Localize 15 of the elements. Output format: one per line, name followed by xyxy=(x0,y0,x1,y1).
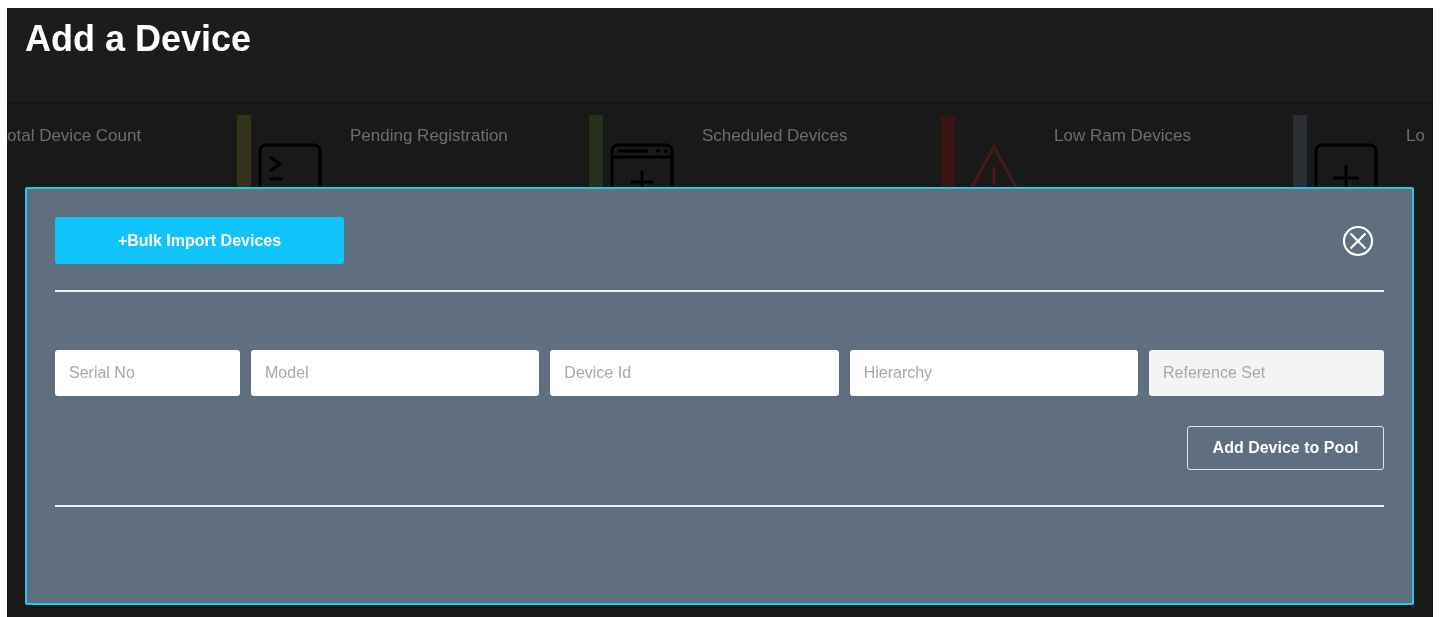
input-field[interactable]: Device Id xyxy=(550,350,839,396)
stat-label: Lo xyxy=(1406,125,1425,147)
add-device-button[interactable]: Add Device to Pool xyxy=(1187,426,1384,470)
input-field[interactable]: Model xyxy=(251,350,540,396)
stat-label: otal Device Count xyxy=(7,125,142,147)
input-field[interactable]: Hierarchy xyxy=(849,350,1138,396)
input-field[interactable]: Serial No xyxy=(55,350,240,396)
terminal-icon xyxy=(258,143,322,187)
window-plus-icon xyxy=(610,143,674,187)
stat-label: Pending Registration xyxy=(350,125,508,147)
stat-label: Scheduled Devices xyxy=(702,125,848,147)
plus-square-icon xyxy=(1314,143,1378,187)
close-icon[interactable] xyxy=(1342,225,1374,257)
page-title: Add a Device xyxy=(25,17,252,61)
stat-label: Low Ram Devices xyxy=(1054,125,1191,147)
